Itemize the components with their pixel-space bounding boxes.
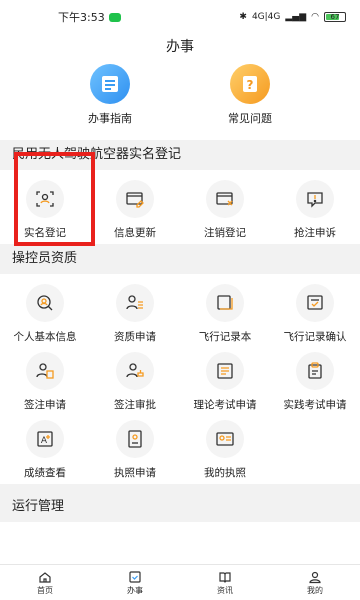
top-area: 办事 办事指南 ? 常见问题 [0, 34, 360, 140]
my-license[interactable]: 我的执照 [180, 416, 270, 484]
grid-label: 签注审批 [114, 399, 156, 411]
cancel-registration[interactable]: 注销登记 [180, 176, 270, 244]
grid-label: 飞行记录确认 [283, 331, 347, 343]
svg-text:?: ? [247, 78, 254, 92]
license-apply-icon [116, 420, 154, 458]
nav-profile[interactable]: 我的 [270, 565, 360, 600]
nav-home[interactable]: 首页 [0, 565, 90, 600]
license-card-icon [206, 420, 244, 458]
grid-label: 成绩查看 [24, 467, 66, 479]
person-doc-icon [26, 352, 64, 390]
nav-label: 首页 [37, 585, 53, 595]
personal-info[interactable]: 个人基本信息 [0, 280, 90, 348]
battery-level: 67 [330, 13, 340, 21]
guide-link[interactable]: 办事指南 [65, 58, 155, 126]
faq-link[interactable]: ? 常见问题 [205, 58, 295, 126]
tasks-icon [129, 570, 141, 583]
license-apply[interactable]: 执照申请 [90, 416, 180, 484]
signal-icon: ▂▄▆ [285, 12, 307, 22]
theory-exam-apply[interactable]: 理论考试申请 [180, 348, 270, 416]
home-icon [39, 571, 51, 583]
guide-label: 办事指南 [88, 112, 132, 125]
grid-label: 信息更新 [114, 227, 156, 239]
question-icon: ? [230, 64, 270, 104]
top-links: 办事指南 ? 常见问题 [0, 58, 360, 126]
nav-tasks[interactable]: 办事 [90, 565, 180, 600]
nav-label: 资讯 [217, 585, 233, 595]
section-title-operator: 操控员资质 [0, 244, 360, 274]
signal-label: 4G|4G [251, 12, 281, 22]
endorsement-approval[interactable]: 签注审批 [90, 348, 180, 416]
grid-label: 实践考试申请 [283, 399, 347, 411]
flight-record-confirm[interactable]: 飞行记录确认 [270, 280, 360, 348]
grid-label: 执照申请 [114, 467, 156, 479]
exam-list-icon [206, 352, 244, 390]
status-time: 下午3:53 [58, 11, 105, 24]
grid-label: 签注申请 [24, 399, 66, 411]
guide-icon [90, 64, 130, 104]
nav-label: 我的 [307, 585, 323, 595]
page-title: 办事 [166, 39, 194, 55]
wechat-notification-icon [108, 12, 121, 22]
section-title-operation: 运行管理 [0, 492, 360, 522]
person-search-icon [26, 284, 64, 322]
practical-exam-apply[interactable]: 实践考试申请 [270, 348, 360, 416]
section-operator-qualification: 操控员资质 个人基本信息 资质申请 飞行记录本 飞行记录确认 签注申请 签注审批… [0, 244, 360, 484]
status-right: ✱ 4G|4G ▂▄▆ ◠ 67 [239, 12, 346, 22]
profile-icon [309, 571, 321, 583]
squatting-appeal[interactable]: 抢注申诉 [270, 176, 360, 244]
battery-icon: 67 [324, 12, 346, 22]
info-update[interactable]: 信息更新 [90, 176, 180, 244]
clipboard-icon [296, 352, 334, 390]
flight-logbook[interactable]: 飞行记录本 [180, 280, 270, 348]
cancel-doc-icon [206, 180, 244, 218]
qualification-apply[interactable]: 资质申请 [90, 280, 180, 348]
grid-label: 个人基本信息 [13, 331, 77, 343]
bluetooth-icon: ✱ [239, 12, 247, 22]
grid-label: 资质申请 [114, 331, 156, 343]
confirm-doc-icon [296, 284, 334, 322]
nav-label: 办事 [127, 585, 143, 595]
status-bar: 下午3:53 ✱ 4G|4G ▂▄▆ ◠ 67 [0, 0, 360, 34]
status-left: 下午3:53 [58, 9, 121, 25]
operator-grid: 个人基本信息 资质申请 飞行记录本 飞行记录确认 签注申请 签注审批 理论考试申… [0, 274, 360, 484]
grid-label: 飞行记录本 [198, 331, 252, 343]
grid-label: 理论考试申请 [193, 399, 257, 411]
faq-label: 常见问题 [228, 112, 272, 125]
wifi-icon: ◠ [311, 12, 319, 22]
person-list-icon [116, 284, 154, 322]
edit-doc-icon [116, 180, 154, 218]
score-view[interactable]: A 成绩查看 [0, 416, 90, 484]
nav-news[interactable]: 资讯 [180, 565, 270, 600]
news-icon [219, 571, 231, 583]
logbook-icon [206, 284, 244, 322]
appeal-icon [296, 180, 334, 218]
bottom-nav: 首页 办事 资讯 我的 [0, 564, 360, 600]
grid-label: 注销登记 [204, 227, 246, 239]
person-stamp-icon [116, 352, 154, 390]
highlight-box [14, 152, 95, 246]
score-icon: A [26, 420, 64, 458]
grid-label: 我的执照 [204, 467, 246, 479]
endorsement-apply[interactable]: 签注申请 [0, 348, 90, 416]
grid-label: 抢注申诉 [294, 227, 336, 239]
